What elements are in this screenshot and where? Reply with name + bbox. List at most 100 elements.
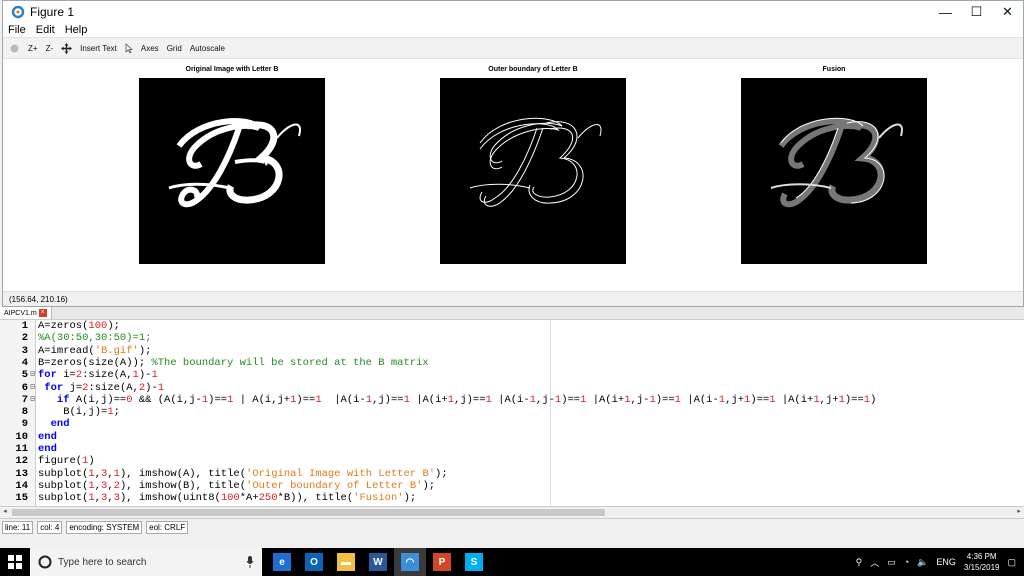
- code-line[interactable]: 3 A=imread('B.gif');: [0, 345, 1024, 357]
- status-eol: eol: CRLF: [146, 521, 189, 534]
- code-line[interactable]: 10 end: [0, 431, 1024, 443]
- line-number: 8: [21, 406, 28, 419]
- taskbar-app-explorer[interactable]: ▬: [330, 548, 362, 576]
- figure-window: Figure 1 — ☐ ✕ File Edit Help Z+ Z- Inse…: [2, 0, 1024, 307]
- taskbar-app-edge[interactable]: e: [266, 548, 298, 576]
- code-text: subplot(1,3,3), imshow(uint8(100*A+250*B…: [38, 492, 417, 505]
- clock[interactable]: 4:36 PM 3/15/2019: [964, 551, 1000, 573]
- code-text: figure(1): [38, 455, 95, 468]
- code-line[interactable]: 7 ⊟ if A(i,j)==0 && (A(i,j-1)==1 | A(i,j+…: [0, 394, 1024, 406]
- horizontal-scrollbar[interactable]: ◂ ▸: [0, 506, 1024, 517]
- scrollbar-thumb[interactable]: [12, 509, 605, 516]
- minimize-button[interactable]: —: [930, 1, 961, 23]
- maximize-button[interactable]: ☐: [961, 1, 992, 23]
- line-number: 5: [21, 369, 28, 382]
- search-placeholder: Type here to search: [58, 556, 147, 568]
- microphone-icon[interactable]: [246, 556, 254, 568]
- start-button[interactable]: [0, 548, 30, 576]
- explorer-icon: ▬: [337, 553, 355, 571]
- zoom-in-button[interactable]: Z+: [28, 44, 38, 53]
- scroll-left-icon[interactable]: ◂: [0, 507, 10, 515]
- panel-1-image: [139, 78, 325, 264]
- code-text: %A(30:50,30:50)=1;: [38, 332, 152, 345]
- clock-date: 3/15/2019: [963, 563, 1000, 572]
- grid-button[interactable]: Grid: [167, 44, 182, 53]
- rotate-icon[interactable]: [9, 43, 20, 54]
- fold-marker[interactable]: ⊟: [29, 369, 36, 381]
- code-text: end: [38, 430, 57, 443]
- status-encoding: encoding: SYSTEM: [66, 521, 143, 534]
- editor-statusbar: line: 11 col: 4 encoding: SYSTEM eol: CR…: [0, 518, 1024, 536]
- code-line[interactable]: 4 B=zeros(size(A)); %The boundary will be…: [0, 357, 1024, 369]
- scroll-right-icon[interactable]: ▸: [1014, 507, 1024, 515]
- code-text: end: [50, 418, 70, 431]
- code-text: for i=2:size(A,1)-1: [38, 369, 158, 382]
- octave-app-icon: [11, 5, 25, 19]
- code-line[interactable]: 8 B(i,j)=1;: [0, 406, 1024, 418]
- line-number: 12: [15, 455, 28, 468]
- code-line[interactable]: 2 %A(30:50,30:50)=1;: [0, 332, 1024, 344]
- taskbar-search[interactable]: Type here to search: [30, 548, 262, 576]
- network-icon[interactable]: ◔: [904, 557, 909, 567]
- taskbar-app-powerpoint[interactable]: P: [426, 548, 458, 576]
- code-text: if A(i,j)==0 && (A(i,j-1)==1 | A(i,j+1)=…: [56, 393, 877, 406]
- line-number: 9: [21, 418, 28, 431]
- code-line[interactable]: 15 subplot(1,3,3), imshow(uint8(100*A+250…: [0, 492, 1024, 504]
- coordinate-readout: (156.64, 210.16): [3, 291, 1023, 306]
- code-editor[interactable]: 1 A=zeros(100); 2 %A(30:50,30:50)=1; 3 A=imre…: [0, 319, 1024, 507]
- figure-canvas[interactable]: Original Image with Letter B Outer bound…: [3, 60, 1023, 291]
- code-text: end: [38, 443, 57, 455]
- word-icon: W: [369, 553, 387, 571]
- zoom-out-button[interactable]: Z-: [46, 44, 54, 53]
- code-text: A=imread('B.gif');: [38, 344, 152, 357]
- menu-edit[interactable]: Edit: [36, 24, 55, 36]
- code-line[interactable]: 13 subplot(1,3,1), imshow(A), title('Orig…: [0, 468, 1024, 480]
- line-number: 10: [15, 430, 28, 443]
- menu-file[interactable]: File: [8, 24, 26, 36]
- panel-2-title: Outer boundary of Letter B: [488, 66, 578, 73]
- volume-icon[interactable]: 🔈: [917, 557, 928, 568]
- battery-icon[interactable]: ▭: [887, 557, 896, 568]
- figure-title: Figure 1: [30, 5, 75, 19]
- insert-text-button[interactable]: Insert Text: [80, 44, 117, 53]
- status-line: line: 11: [2, 521, 34, 534]
- close-button[interactable]: ✕: [992, 1, 1023, 23]
- code-line[interactable]: 14 subplot(1,3,2), imshow(B), title('Oute…: [0, 480, 1024, 492]
- close-tab-icon[interactable]: ×: [38, 309, 47, 317]
- line-number: 14: [15, 479, 28, 492]
- code-line[interactable]: 11 end: [0, 443, 1024, 455]
- octave-icon: ◠: [401, 553, 419, 571]
- code-line[interactable]: 12 figure(1): [0, 455, 1024, 467]
- figure-menubar: File Edit Help: [3, 23, 1023, 37]
- code-text: B(i,j)=1;: [38, 406, 120, 419]
- taskbar-app-outlook[interactable]: O: [298, 548, 330, 576]
- autoscale-button[interactable]: Autoscale: [190, 44, 225, 53]
- taskbar-app-skype[interactable]: S: [458, 548, 490, 576]
- panel-2-image: [440, 78, 626, 264]
- menu-help[interactable]: Help: [65, 24, 88, 36]
- axes-button[interactable]: Axes: [141, 44, 159, 53]
- code-line[interactable]: 9 end: [0, 418, 1024, 430]
- skype-icon: S: [465, 553, 483, 571]
- notification-icon[interactable]: ▢: [1007, 557, 1016, 568]
- code-text: subplot(1,3,1), imshow(A), title('Origin…: [38, 467, 448, 480]
- code-line[interactable]: 5 ⊟ for i=2:size(A,1)-1: [0, 369, 1024, 381]
- pan-icon[interactable]: [61, 42, 73, 54]
- language-indicator[interactable]: ENG: [936, 557, 956, 567]
- figure-toolbar: Z+ Z- Insert Text Axes Grid Autoscale: [3, 37, 1023, 59]
- taskbar-apps: e O ▬ W ◠ P S: [266, 548, 490, 576]
- editor-tab[interactable]: AIPCV1.m ×: [0, 307, 52, 319]
- fold-marker[interactable]: ⊟: [29, 382, 36, 394]
- status-col: col: 4: [37, 521, 63, 534]
- show-hidden-icons[interactable]: ︿: [870, 556, 879, 569]
- select-cursor-icon[interactable]: [125, 42, 133, 54]
- fold-marker[interactable]: ⊟: [29, 394, 36, 406]
- code-line[interactable]: 1 A=zeros(100);: [0, 320, 1024, 332]
- line-number: 4: [21, 356, 28, 369]
- code-line[interactable]: 6 ⊟ for j=2:size(A,2)-1: [0, 382, 1024, 394]
- clock-time: 4:36 PM: [966, 552, 997, 561]
- taskbar-app-octave[interactable]: ◠: [394, 548, 426, 576]
- code-text: subplot(1,3,2), imshow(B), title('Outer …: [38, 479, 436, 492]
- people-icon[interactable]: ⚲: [856, 557, 863, 568]
- taskbar-app-word[interactable]: W: [362, 548, 394, 576]
